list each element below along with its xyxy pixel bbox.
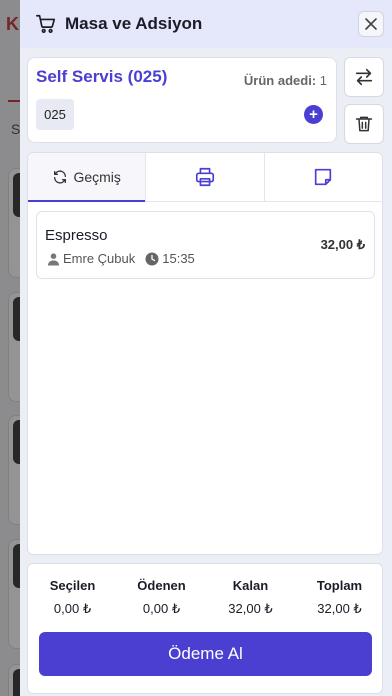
tab-note[interactable]	[265, 153, 382, 201]
transfer-button[interactable]	[344, 57, 384, 97]
order-user: Emre Çubuk	[63, 251, 136, 266]
orders-card: Geçmiş Espresso Emre Çubuk 15:35 32,00 ₺	[27, 152, 383, 555]
payment-summary: Seçilen 0,00 ₺ Ödenen 0,00 ₺ Kalan 32,00…	[27, 563, 383, 694]
item-count-label: Ürün adedi:	[243, 73, 317, 88]
summary-paid-value: 0,00 ₺	[142, 601, 181, 616]
panel-title: Masa ve Adsiyon	[65, 14, 203, 33]
summary-paid-label: Ödenen	[137, 578, 186, 593]
summary-total-value: 32,00 ₺	[317, 601, 362, 616]
table-name: Self Servis (025)	[36, 67, 168, 86]
order-time: 15:35	[162, 251, 195, 266]
summary-selected-value: 0,00 ₺	[53, 601, 92, 616]
item-count: Ürün adedi: 1	[244, 73, 327, 88]
summary-selected: Seçilen 0,00 ₺	[28, 578, 117, 617]
summary-total: Toplam 32,00 ₺	[295, 578, 384, 617]
plus-icon: +	[309, 106, 318, 123]
summary-selected-label: Seçilen	[49, 578, 96, 593]
swap-arrows-icon	[355, 68, 373, 86]
summary-paid: Ödenen 0,00 ₺	[117, 578, 206, 617]
delete-button[interactable]	[344, 104, 384, 144]
order-price: 32,00 ₺	[320, 237, 365, 252]
clock-icon	[145, 252, 159, 265]
cart-icon	[36, 14, 56, 33]
tab-history-label: Geçmiş	[73, 169, 121, 185]
close-icon	[365, 18, 377, 30]
item-count-value: 1	[319, 73, 327, 88]
order-meta: Emre Çubuk 15:35	[47, 251, 195, 266]
order-product: Espresso	[45, 227, 108, 244]
summary-remaining-label: Kalan	[232, 578, 269, 593]
note-icon	[315, 168, 332, 186]
close-button[interactable]	[358, 11, 384, 37]
trash-icon	[355, 116, 373, 132]
summary-total-label: Toplam	[316, 578, 363, 593]
orders-tabs: Geçmiş	[28, 153, 382, 202]
add-table-button[interactable]: +	[304, 105, 323, 124]
user-icon	[47, 252, 60, 265]
tab-print[interactable]	[146, 153, 265, 201]
summary-remaining-value: 32,00 ₺	[228, 601, 273, 616]
printer-icon	[195, 167, 215, 187]
summary-grid: Seçilen 0,00 ₺ Ödenen 0,00 ₺ Kalan 32,00…	[28, 578, 384, 617]
refresh-icon	[54, 170, 67, 184]
tab-history[interactable]: Geçmiş	[28, 153, 147, 202]
order-item[interactable]: Espresso Emre Çubuk 15:35 32,00 ₺	[36, 211, 375, 279]
panel-header: Masa ve Adsiyon	[20, 0, 392, 48]
take-payment-button[interactable]: Ödeme Al	[39, 632, 372, 676]
table-chip[interactable]: 025	[36, 99, 74, 130]
summary-remaining: Kalan 32,00 ₺	[206, 578, 295, 617]
table-info-card: Self Servis (025) Ürün adedi: 1 025 +	[27, 57, 337, 143]
table-bill-panel: Masa ve Adsiyon Self Servis (025) Ürün a…	[20, 0, 392, 696]
